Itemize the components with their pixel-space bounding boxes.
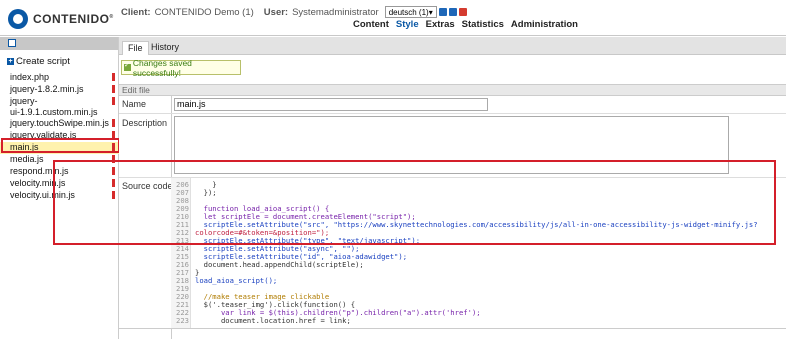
sync-icon[interactable]	[438, 8, 447, 16]
code-text: });	[195, 188, 217, 197]
file-name: respond.min.js	[10, 166, 69, 176]
tab-bar: File History	[119, 37, 786, 55]
edit-file-section-title: Edit file	[119, 84, 786, 96]
description-textarea[interactable]	[174, 116, 729, 174]
source-code-label: Source code	[122, 181, 173, 191]
file-name: index.php	[10, 72, 50, 82]
list-item[interactable]: velocity.ui.min.js	[0, 190, 119, 202]
main-navigation: Content Style Extras Statistics Administ…	[353, 19, 585, 30]
file-name: velocity.ui.min.js	[10, 190, 75, 200]
delete-icon[interactable]	[112, 119, 115, 127]
description-label: Description	[122, 118, 168, 128]
list-item[interactable]: media.js	[0, 154, 119, 166]
user-value: Systemadministrator	[292, 6, 379, 18]
delete-icon[interactable]	[112, 179, 115, 187]
name-label: Name	[122, 99, 147, 109]
left-sidebar: + Create script index.php jquery-1.8.2.mi…	[0, 37, 119, 339]
plus-icon: +	[7, 58, 14, 65]
collapse-icon[interactable]	[8, 39, 16, 47]
row-separator	[119, 113, 786, 114]
chevron-down-icon: ▾	[428, 7, 433, 17]
file-name: jquery-1.8.2.min.js	[10, 84, 84, 94]
file-name: jquery.validate.js	[10, 130, 77, 140]
nav-extras[interactable]: Extras	[426, 19, 455, 30]
file-name: jquery.touchSwipe.min.js	[10, 118, 109, 128]
code-text: document.location.href = link;	[195, 316, 351, 325]
delete-icon[interactable]	[112, 167, 115, 175]
success-notice: Changes saved successfully!	[121, 57, 241, 78]
tab-file[interactable]: File	[122, 41, 149, 55]
logo-mark-icon	[8, 9, 28, 29]
list-item[interactable]: respond.min.js	[0, 166, 119, 178]
delete-icon[interactable]	[112, 85, 115, 93]
file-name: media.js	[10, 154, 44, 164]
main-panel: File History Changes saved successfully!…	[119, 37, 786, 339]
delete-icon[interactable]	[112, 191, 115, 199]
code-text: document.head.appendChild(scriptEle);	[195, 260, 364, 269]
logout-icon[interactable]	[458, 8, 467, 16]
code-text: load_aioa_script();	[195, 276, 278, 285]
top-header: CONTENIDO Client: CONTENIDO Demo (1) Use…	[0, 0, 786, 36]
language-value: deutsch (1)	[388, 7, 429, 17]
client-value: CONTENIDO Demo (1)	[154, 6, 254, 18]
nav-content[interactable]: Content	[353, 19, 389, 30]
list-item[interactable]: main.js	[0, 142, 119, 154]
delete-icon[interactable]	[112, 73, 115, 81]
file-name: main.js	[10, 142, 39, 152]
script-file-list: index.php jquery-1.8.2.min.js jquery- ui-1…	[0, 72, 119, 202]
name-input[interactable]: main.js	[174, 98, 488, 111]
delete-icon[interactable]	[112, 155, 115, 163]
bottom-border	[119, 328, 786, 329]
file-name: velocity.min.js	[10, 178, 66, 188]
list-item[interactable]: velocity.min.js	[0, 178, 119, 190]
list-item[interactable]: jquery.touchSwipe.min.js	[0, 118, 119, 130]
source-code-editor[interactable]: 206 } 207 }); 208 209 function load_aioa_sc…	[171, 178, 786, 328]
logo-text: CONTENIDO	[33, 12, 114, 26]
list-item[interactable]: index.php	[0, 72, 119, 84]
info-icon[interactable]	[448, 8, 457, 16]
success-message: Changes saved successfully!	[132, 57, 192, 78]
client-info: Client: CONTENIDO Demo (1) User: Systema…	[121, 6, 467, 18]
language-select[interactable]: deutsch (1) ▾	[384, 6, 437, 18]
delete-icon[interactable]	[112, 143, 115, 151]
sidebar-toolbar	[0, 37, 118, 50]
line-number: 223	[176, 316, 189, 325]
client-label: Client:	[121, 6, 151, 18]
delete-icon[interactable]	[112, 97, 115, 105]
contenido-logo[interactable]: CONTENIDO	[8, 9, 114, 29]
nav-statistics[interactable]: Statistics	[462, 19, 504, 30]
delete-icon[interactable]	[112, 131, 115, 139]
list-item[interactable]: jquery- ui-1.9.1.custom.min.js	[0, 96, 119, 118]
nav-administration[interactable]: Administration	[511, 19, 578, 30]
list-item[interactable]: jquery.validate.js	[0, 130, 119, 142]
create-script-button[interactable]: + Create script	[7, 56, 70, 67]
tab-history[interactable]: History	[146, 41, 184, 55]
create-script-label: Create script	[16, 56, 70, 67]
nav-style[interactable]: Style	[396, 19, 419, 30]
list-item[interactable]: jquery-1.8.2.min.js	[0, 84, 119, 96]
file-name: jquery- ui-1.9.1.custom.min.js	[10, 96, 98, 117]
user-label: User:	[263, 6, 289, 18]
check-icon	[124, 61, 131, 71]
